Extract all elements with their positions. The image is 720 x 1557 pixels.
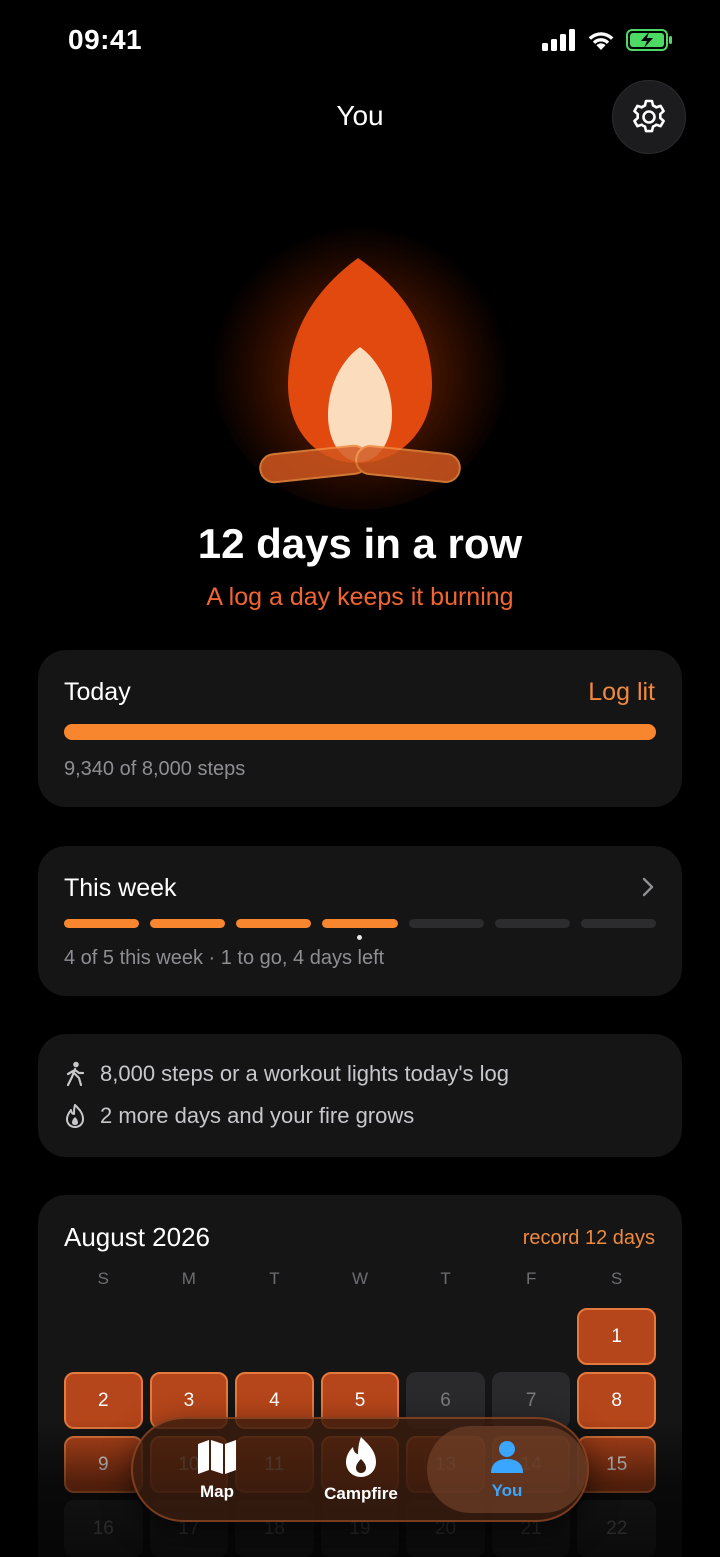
- today-label: Today: [64, 678, 131, 706]
- tips-card: [38, 1034, 682, 1157]
- streak-subtitle: A log a day keeps it burning: [206, 583, 514, 611]
- calendar-empty-cell: [321, 1308, 400, 1365]
- calendar-empty-cell: [406, 1308, 485, 1365]
- week-segment: [494, 919, 570, 928]
- tab-you[interactable]: You: [427, 1426, 587, 1513]
- week-segment: [580, 919, 656, 928]
- calendar-empty-cell: [235, 1308, 314, 1365]
- tab-label: Campfire: [324, 1483, 398, 1503]
- flame-icon: [346, 1436, 376, 1477]
- walking-person-icon: [66, 1061, 85, 1087]
- gear-icon: [633, 99, 665, 133]
- week-summary: 4 of 5 this week · 1 to go, 4 days left: [64, 947, 385, 969]
- streak-title: 12 days in a row: [197, 520, 523, 567]
- chevron-right-icon: [642, 877, 654, 897]
- calendar-weekday: M: [181, 1269, 196, 1288]
- week-segment: [64, 919, 140, 928]
- calendar-weekday: W: [351, 1269, 369, 1288]
- today-marker-dot: [357, 935, 362, 940]
- calendar-day[interactable]: 8: [577, 1372, 656, 1429]
- status-time: 09:41: [68, 24, 143, 55]
- log-status: Log lit: [588, 678, 655, 706]
- settings-button[interactable]: [612, 80, 686, 154]
- calendar-weekday: S: [611, 1269, 623, 1288]
- week-segment: [236, 919, 312, 928]
- tip-text: 8,000 steps or a workout lights today's …: [100, 1061, 509, 1086]
- calendar-weekday: S: [97, 1269, 109, 1288]
- calendar-month: August 2026: [64, 1222, 211, 1252]
- week-segment: [408, 919, 484, 928]
- calendar-weekday: F: [525, 1269, 537, 1288]
- person-icon: [491, 1440, 523, 1473]
- calendar-weekday: T: [269, 1269, 280, 1288]
- tab-bar: Map Campfire You: [131, 1417, 589, 1522]
- calendar-day[interactable]: 16: [64, 1500, 143, 1557]
- wifi-icon: [588, 32, 614, 50]
- tip-row: 2 more days and your fire grows: [64, 1103, 414, 1129]
- week-segment: [150, 919, 226, 928]
- today-progress-fill: [64, 724, 656, 740]
- calendar-weekday-header: SMTWTFS: [64, 1269, 656, 1289]
- calendar-record: record 12 days: [522, 1227, 655, 1249]
- calendar-weekday: T: [440, 1269, 451, 1288]
- map-icon: [198, 1439, 236, 1474]
- tip-row: 8,000 steps or a workout lights today's …: [64, 1061, 509, 1087]
- week-segment: [322, 919, 398, 928]
- calendar-day[interactable]: 2: [64, 1372, 143, 1429]
- calendar-day[interactable]: 15: [577, 1436, 656, 1493]
- tab-campfire[interactable]: Campfire: [301, 1419, 421, 1520]
- calendar-empty-cell: [64, 1308, 143, 1365]
- today-steps: 9,340 of 8,000 steps: [64, 758, 246, 780]
- week-progress-segments: [64, 919, 656, 928]
- tab-label: Map: [200, 1481, 234, 1501]
- battery-charging-icon: [626, 29, 672, 51]
- calendar-day[interactable]: 1: [577, 1308, 656, 1365]
- calendar-empty-cell: [150, 1308, 229, 1365]
- today-progress-bar: [64, 724, 656, 740]
- campfire-illustration: [210, 180, 510, 510]
- status-icons: [542, 28, 674, 52]
- tab-map[interactable]: Map: [157, 1419, 277, 1520]
- tab-label: You: [491, 1480, 523, 1500]
- flame-outline-icon: [66, 1104, 84, 1128]
- tip-text: 2 more days and your fire grows: [100, 1103, 415, 1128]
- status-bar: 09:41: [0, 0, 720, 80]
- cellular-signal-icon: [542, 29, 575, 51]
- this-week-label: This week: [64, 874, 177, 902]
- calendar-empty-cell: [492, 1308, 571, 1365]
- calendar-day[interactable]: 22: [577, 1500, 656, 1557]
